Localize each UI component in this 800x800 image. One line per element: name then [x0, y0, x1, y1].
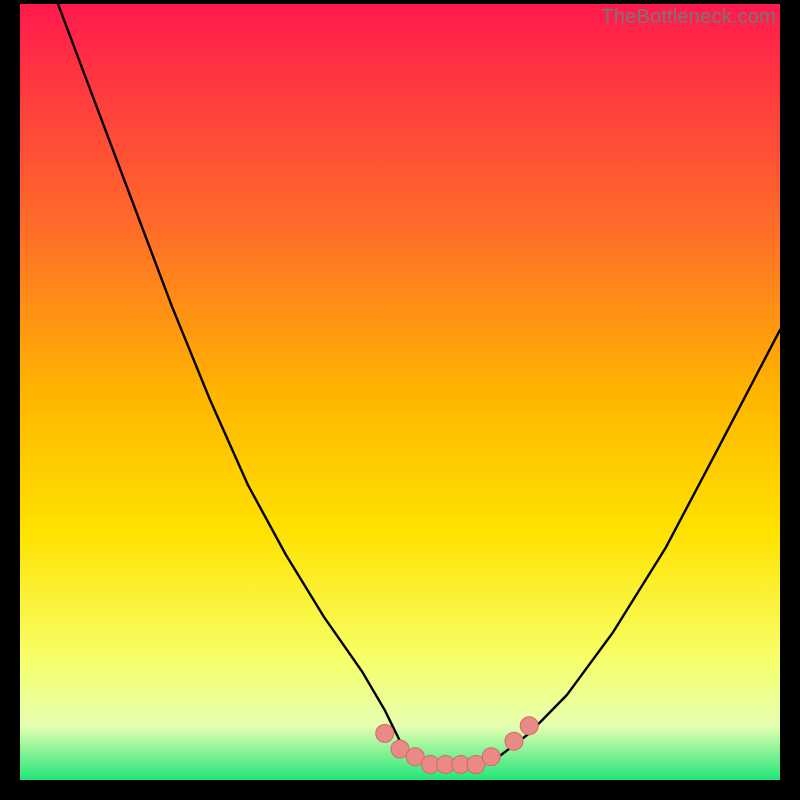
curve-marker — [376, 724, 394, 742]
bottleneck-plot — [20, 4, 780, 780]
curve-marker — [482, 748, 500, 766]
watermark-text: TheBottleneck.com — [601, 6, 776, 29]
gradient-backdrop — [20, 4, 780, 780]
curve-marker — [505, 732, 523, 750]
chart-frame — [20, 4, 780, 780]
curve-marker — [520, 717, 538, 735]
